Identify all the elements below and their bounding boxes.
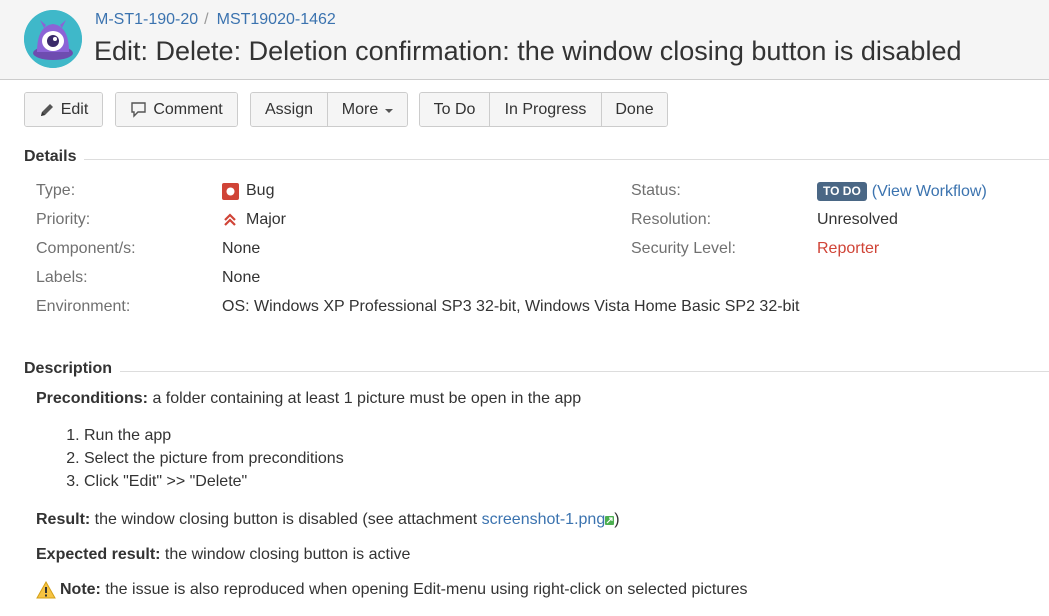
labels-label: Labels: xyxy=(36,269,88,286)
components-value: None xyxy=(222,240,261,257)
inprogress-button-label: In Progress xyxy=(504,100,587,118)
assign-button[interactable]: Assign xyxy=(251,93,328,126)
preconditions-paragraph: Preconditions: a folder containing at le… xyxy=(36,390,581,408)
comment-icon xyxy=(130,101,147,118)
done-transition-button[interactable]: Done xyxy=(602,93,667,126)
expected-result-text: the window closing button is active xyxy=(160,546,411,563)
inprogress-transition-button[interactable]: In Progress xyxy=(490,93,602,126)
environment-label: Environment: xyxy=(36,298,131,315)
warning-icon xyxy=(36,581,56,599)
todo-transition-button[interactable]: To Do xyxy=(420,93,490,126)
priority-value-text: Major xyxy=(246,211,287,228)
assign-more-group: Assign More xyxy=(250,92,408,127)
project-avatar[interactable] xyxy=(24,10,82,68)
pencil-icon xyxy=(39,102,55,118)
expected-result-paragraph: Expected result: the window closing butt… xyxy=(36,546,410,564)
comment-button-group: Comment xyxy=(115,92,238,127)
description-heading: Description xyxy=(24,360,121,378)
priority-value: Major xyxy=(222,211,286,229)
external-link-icon xyxy=(605,512,615,530)
page-title: Edit: Delete: Deletion confirmation: the… xyxy=(94,36,962,66)
description-divider xyxy=(24,371,1049,372)
labels-value: None xyxy=(222,269,261,286)
resolution-value: Unresolved xyxy=(817,211,898,228)
edit-button[interactable]: Edit xyxy=(25,93,102,126)
security-level-label: Security Level: xyxy=(631,240,736,257)
list-item: Click "Edit" >> "Delete" xyxy=(84,470,344,493)
view-workflow-link[interactable]: View Workflow xyxy=(877,183,981,201)
monster-avatar-icon xyxy=(24,10,82,68)
edit-button-group: Edit xyxy=(24,92,103,127)
details-divider xyxy=(24,159,1049,160)
breadcrumb: M-ST1-190-20 / MST19020-1462 xyxy=(95,11,336,29)
issue-header: M-ST1-190-20 / MST19020-1462 Edit: Delete:… xyxy=(0,0,1049,80)
security-level-value: Reporter xyxy=(817,240,879,258)
more-button[interactable]: More xyxy=(328,93,407,126)
breadcrumb-separator: / xyxy=(204,11,209,28)
steps-list: Run the app Select the picture from prec… xyxy=(66,424,344,493)
note-paragraph: Note: the issue is also reproduced when … xyxy=(36,581,747,599)
comment-button-label: Comment xyxy=(153,100,223,118)
status-label: Status: xyxy=(631,182,681,199)
preconditions-text: a folder containing at least 1 picture m… xyxy=(148,390,582,407)
done-button-label: Done xyxy=(615,100,654,118)
view-workflow-close-paren: ) xyxy=(981,182,987,200)
result-paragraph: Result: the window closing button is dis… xyxy=(36,511,620,530)
chevron-down-icon xyxy=(385,108,394,113)
result-label: Result: xyxy=(36,511,91,528)
type-value-text: Bug xyxy=(246,182,275,199)
status-badge: TO DO xyxy=(817,182,867,201)
details-heading: Details xyxy=(24,148,85,166)
breadcrumb-project-link[interactable]: M-ST1-190-20 xyxy=(95,11,198,28)
priority-major-icon xyxy=(222,212,238,228)
status-value: TO DO (View Workflow) xyxy=(817,182,987,201)
environment-value: OS: Windows XP Professional SP3 32-bit, … xyxy=(222,298,800,315)
todo-button-label: To Do xyxy=(433,100,476,118)
components-label: Component/s: xyxy=(36,240,136,257)
security-level-text: Reporter xyxy=(817,240,880,257)
resolution-label: Resolution: xyxy=(631,211,712,228)
type-label: Type: xyxy=(36,182,76,199)
list-item: Select the picture from preconditions xyxy=(84,447,344,470)
result-text: the window closing button is disabled (s… xyxy=(90,511,482,528)
workflow-button-group: To Do In Progress Done xyxy=(419,92,668,127)
assign-button-label: Assign xyxy=(264,100,314,118)
type-value: Bug xyxy=(222,182,274,200)
result-close-paren: ) xyxy=(614,511,620,528)
attachment-link[interactable]: screenshot-1.png xyxy=(482,511,606,528)
expected-result-label: Expected result: xyxy=(36,546,161,563)
bug-icon xyxy=(222,182,239,200)
comment-button[interactable]: Comment xyxy=(116,93,237,126)
priority-label: Priority: xyxy=(36,211,91,228)
breadcrumb-issue-link[interactable]: MST19020-1462 xyxy=(217,11,336,28)
note-text: the issue is also reproduced when openin… xyxy=(100,581,748,598)
edit-button-label: Edit xyxy=(60,100,89,118)
list-item: Run the app xyxy=(84,424,344,447)
more-button-label: More xyxy=(341,100,379,118)
note-label: Note: xyxy=(60,581,101,598)
preconditions-label: Preconditions: xyxy=(36,390,149,407)
